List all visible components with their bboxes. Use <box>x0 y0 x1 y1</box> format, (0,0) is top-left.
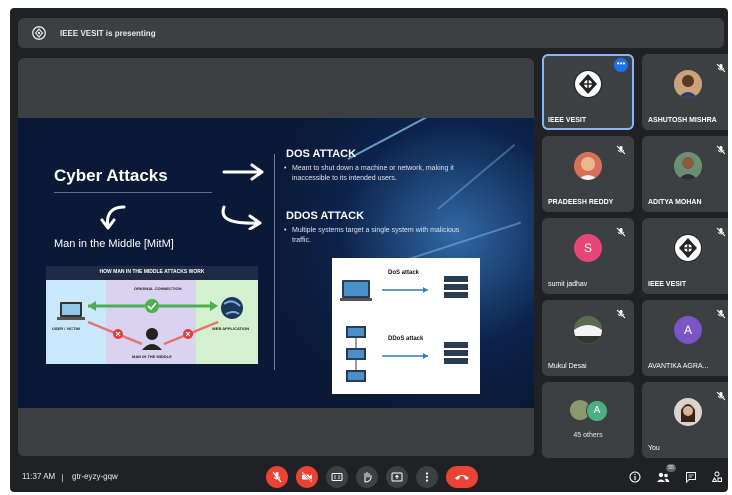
participant-avatar: A <box>674 316 702 344</box>
participant-name: ASHUTOSH MISHRA <box>648 117 717 124</box>
chat-button[interactable] <box>684 470 698 484</box>
mic-off-icon <box>616 306 626 319</box>
bottom-toolbar: 11:37 AM gtr-eyzy-gqw 55 <box>10 462 728 492</box>
presentation-stage[interactable]: Cyber Attacks Man in the Middle [MitM] D… <box>18 58 534 456</box>
dos-heading: DOS ATTACK <box>286 148 357 160</box>
clock: 11:37 AM <box>22 472 56 481</box>
participant-tile[interactable]: ASHUTOSH MISHRA <box>642 54 728 130</box>
participant-tile[interactable]: ADITYA MOHAN <box>642 136 728 212</box>
participant-photo <box>674 398 702 426</box>
info-icon <box>629 471 641 483</box>
hang-up-icon <box>455 475 469 480</box>
mic-off-icon <box>716 60 726 73</box>
participant-photo <box>574 152 602 180</box>
mic-off-icon <box>716 142 726 155</box>
ddos-description: Multiple systems target a single system … <box>284 226 462 246</box>
participant-tile[interactable]: A AVANTIKA AGRA... <box>642 300 728 376</box>
meeting-details-button[interactable] <box>628 470 642 484</box>
user-victim-label: USER / VICTIM <box>52 326 81 331</box>
dos-ddos-graphics <box>340 276 468 382</box>
participant-tile[interactable]: IEEE VESIT <box>642 218 728 294</box>
camera-toggle-button[interactable] <box>296 466 318 488</box>
participant-tile[interactable]: Mukul Desai <box>542 300 634 376</box>
activities-icon <box>711 471 722 482</box>
participant-tile[interactable]: ••• IEEE VESIT <box>542 54 634 130</box>
more-options-icon[interactable]: ••• <box>614 58 628 72</box>
toolbar-separator <box>62 474 63 482</box>
dos-description: Meant to shut down a machine or network,… <box>284 164 462 184</box>
more-vert-icon <box>425 472 429 482</box>
participant-photo <box>574 316 602 344</box>
mic-off-icon <box>272 471 282 483</box>
slide-title: Cyber Attacks <box>54 166 168 185</box>
others-count: 45 others <box>573 432 603 439</box>
camera-off-icon <box>301 471 313 483</box>
people-button[interactable] <box>656 470 670 484</box>
participant-name: IEEE VESIT <box>548 117 587 124</box>
ddos-heading: DDOS ATTACK <box>286 210 365 222</box>
curved-arrow-icon <box>221 205 262 230</box>
present-icon <box>391 472 403 482</box>
self-tile[interactable]: You <box>642 382 728 458</box>
meet-window: IEEE VESIT is presenting Cyber Attacks M… <box>10 8 728 492</box>
chat-icon <box>686 472 696 483</box>
shared-slide: Cyber Attacks Man in the Middle [MitM] D… <box>18 118 534 408</box>
more-options-button[interactable] <box>416 466 438 488</box>
mitm-label: Man in the Middle [MitM] <box>54 238 174 250</box>
mic-off-icon <box>716 224 726 237</box>
ieee-logo-icon <box>674 234 702 262</box>
participant-name: AVANTIKA AGRA... <box>648 363 709 370</box>
other-participant-avatar: A <box>586 400 608 422</box>
participant-name: sumit jadhav <box>548 281 588 288</box>
participant-photo <box>674 70 702 98</box>
participant-avatar: S <box>574 234 602 262</box>
others-tile[interactable]: A 45 others <box>542 382 634 458</box>
captions-button[interactable] <box>326 466 348 488</box>
microphone-toggle-button[interactable] <box>266 466 288 488</box>
people-icon <box>657 472 670 482</box>
mic-off-icon <box>616 224 626 237</box>
man-in-middle-label: MAN IN THE MIDDLE <box>132 354 172 359</box>
ieee-logo-icon <box>574 70 602 98</box>
captions-icon <box>331 473 343 481</box>
participant-name: Mukul Desai <box>548 363 587 370</box>
mic-off-icon <box>716 388 726 401</box>
raise-hand-button[interactable] <box>356 466 378 488</box>
leave-call-button[interactable] <box>446 466 478 488</box>
participant-name: You <box>648 445 660 452</box>
presenting-text: IEEE VESIT is presenting <box>60 28 156 38</box>
web-application-label: WEB APPLICATION <box>212 326 250 331</box>
mic-off-icon <box>716 306 726 319</box>
dos-ddos-diagram: DoS attack DDoS attack <box>332 258 480 394</box>
participant-tile[interactable]: S sumit jadhav <box>542 218 634 294</box>
curved-arrow-down-icon <box>100 205 126 230</box>
meeting-code: gtr-eyzy-gqw <box>72 472 118 481</box>
presenting-banner: IEEE VESIT is presenting <box>18 18 724 48</box>
present-screen-icon <box>30 24 48 42</box>
mitm-diagram-graphics <box>57 297 243 350</box>
mic-off-icon <box>616 142 626 155</box>
slide-title-underline <box>54 192 212 193</box>
arrow-right-icon <box>222 163 264 181</box>
activities-button[interactable] <box>710 470 724 484</box>
participant-name: IEEE VESIT <box>648 281 687 288</box>
slide-divider <box>274 154 275 370</box>
present-now-button[interactable] <box>386 466 408 488</box>
mitm-diagram: HOW MAN IN THE MIDDLE ATTACKS WORK ORIGI… <box>46 266 258 364</box>
participant-tile[interactable]: PRADEESH REDDY <box>542 136 634 212</box>
participant-name: ADITYA MOHAN <box>648 199 702 206</box>
participant-photo <box>674 152 702 180</box>
hand-icon <box>364 472 372 483</box>
participant-name: PRADEESH REDDY <box>548 199 614 206</box>
